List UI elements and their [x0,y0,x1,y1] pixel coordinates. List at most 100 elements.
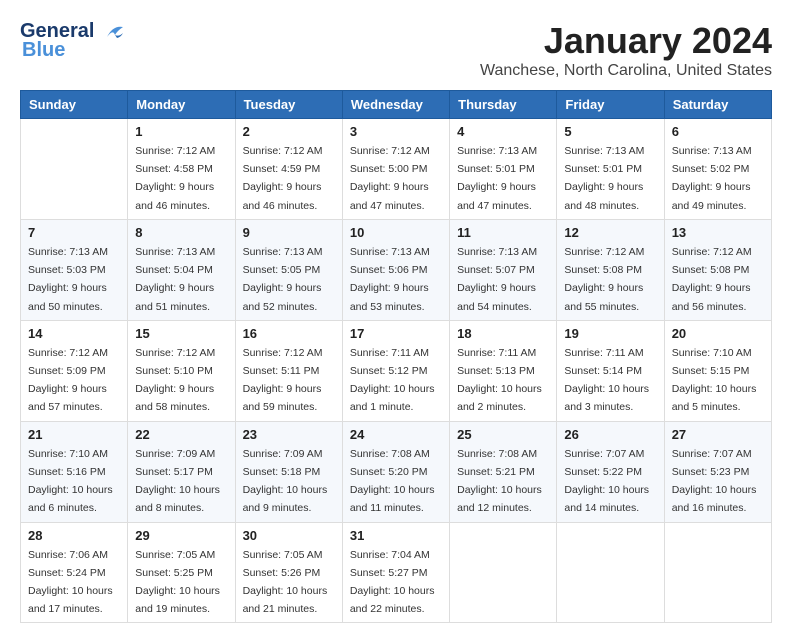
calendar-week-5: 28 Sunrise: 7:06 AMSunset: 5:24 PMDaylig… [21,522,772,623]
day-number: 17 [350,326,442,341]
calendar-cell: 10 Sunrise: 7:13 AMSunset: 5:06 PMDaylig… [342,219,449,320]
calendar-cell [557,522,664,623]
day-info: Sunrise: 7:13 AMSunset: 5:04 PMDaylight:… [135,246,215,313]
day-info: Sunrise: 7:05 AMSunset: 5:25 PMDaylight:… [135,549,220,616]
calendar-cell: 2 Sunrise: 7:12 AMSunset: 4:59 PMDayligh… [235,119,342,220]
day-number: 28 [28,528,120,543]
calendar-cell: 1 Sunrise: 7:12 AMSunset: 4:58 PMDayligh… [128,119,235,220]
day-info: Sunrise: 7:05 AMSunset: 5:26 PMDaylight:… [243,549,328,616]
day-header-monday: Monday [128,91,235,119]
day-number: 15 [135,326,227,341]
day-number: 11 [457,225,549,240]
day-info: Sunrise: 7:12 AMSunset: 5:00 PMDaylight:… [350,145,430,212]
calendar-body: 1 Sunrise: 7:12 AMSunset: 4:58 PMDayligh… [21,119,772,623]
calendar-cell: 31 Sunrise: 7:04 AMSunset: 5:27 PMDaylig… [342,522,449,623]
logo-bird-icon [97,23,123,41]
calendar-table: SundayMondayTuesdayWednesdayThursdayFrid… [20,90,772,623]
day-header-wednesday: Wednesday [342,91,449,119]
calendar-cell: 6 Sunrise: 7:13 AMSunset: 5:02 PMDayligh… [664,119,771,220]
calendar-cell: 11 Sunrise: 7:13 AMSunset: 5:07 PMDaylig… [450,219,557,320]
calendar-cell: 29 Sunrise: 7:05 AMSunset: 5:25 PMDaylig… [128,522,235,623]
calendar-cell: 3 Sunrise: 7:12 AMSunset: 5:00 PMDayligh… [342,119,449,220]
calendar-cell: 12 Sunrise: 7:12 AMSunset: 5:08 PMDaylig… [557,219,664,320]
calendar-week-2: 7 Sunrise: 7:13 AMSunset: 5:03 PMDayligh… [21,219,772,320]
day-info: Sunrise: 7:13 AMSunset: 5:07 PMDaylight:… [457,246,537,313]
day-number: 1 [135,124,227,139]
location-subtitle: Wanchese, North Carolina, United States [480,62,772,80]
calendar-cell: 23 Sunrise: 7:09 AMSunset: 5:18 PMDaylig… [235,421,342,522]
calendar-cell: 28 Sunrise: 7:06 AMSunset: 5:24 PMDaylig… [21,522,128,623]
day-number: 6 [672,124,764,139]
day-info: Sunrise: 7:11 AMSunset: 5:14 PMDaylight:… [564,347,649,414]
day-header-sunday: Sunday [21,91,128,119]
day-number: 9 [243,225,335,240]
day-number: 13 [672,225,764,240]
day-info: Sunrise: 7:12 AMSunset: 5:09 PMDaylight:… [28,347,108,414]
day-info: Sunrise: 7:12 AMSunset: 5:11 PMDaylight:… [243,347,323,414]
day-number: 31 [350,528,442,543]
day-info: Sunrise: 7:10 AMSunset: 5:16 PMDaylight:… [28,448,113,515]
day-number: 4 [457,124,549,139]
calendar-cell [450,522,557,623]
calendar-cell: 4 Sunrise: 7:13 AMSunset: 5:01 PMDayligh… [450,119,557,220]
day-info: Sunrise: 7:12 AMSunset: 5:08 PMDaylight:… [564,246,644,313]
day-number: 20 [672,326,764,341]
day-number: 10 [350,225,442,240]
day-info: Sunrise: 7:13 AMSunset: 5:05 PMDaylight:… [243,246,323,313]
calendar-cell: 5 Sunrise: 7:13 AMSunset: 5:01 PMDayligh… [557,119,664,220]
calendar-cell: 18 Sunrise: 7:11 AMSunset: 5:13 PMDaylig… [450,320,557,421]
day-header-saturday: Saturday [664,91,771,119]
day-number: 22 [135,427,227,442]
day-number: 25 [457,427,549,442]
logo: General Blue [20,20,123,62]
calendar-week-1: 1 Sunrise: 7:12 AMSunset: 4:58 PMDayligh… [21,119,772,220]
day-info: Sunrise: 7:12 AMSunset: 5:10 PMDaylight:… [135,347,215,414]
month-title: January 2024 [480,20,772,62]
day-header-friday: Friday [557,91,664,119]
logo-blue: Blue [22,39,65,62]
calendar-cell: 25 Sunrise: 7:08 AMSunset: 5:21 PMDaylig… [450,421,557,522]
day-info: Sunrise: 7:12 AMSunset: 5:08 PMDaylight:… [672,246,752,313]
day-number: 12 [564,225,656,240]
calendar-cell: 27 Sunrise: 7:07 AMSunset: 5:23 PMDaylig… [664,421,771,522]
day-number: 2 [243,124,335,139]
day-number: 30 [243,528,335,543]
day-info: Sunrise: 7:08 AMSunset: 5:21 PMDaylight:… [457,448,542,515]
day-info: Sunrise: 7:13 AMSunset: 5:01 PMDaylight:… [457,145,537,212]
day-info: Sunrise: 7:08 AMSunset: 5:20 PMDaylight:… [350,448,435,515]
day-info: Sunrise: 7:04 AMSunset: 5:27 PMDaylight:… [350,549,435,616]
day-info: Sunrise: 7:12 AMSunset: 4:59 PMDaylight:… [243,145,323,212]
title-section: January 2024 Wanchese, North Carolina, U… [480,20,772,80]
calendar-cell: 8 Sunrise: 7:13 AMSunset: 5:04 PMDayligh… [128,219,235,320]
day-info: Sunrise: 7:09 AMSunset: 5:18 PMDaylight:… [243,448,328,515]
day-number: 26 [564,427,656,442]
calendar-cell [664,522,771,623]
page-header: General Blue January 2024 Wanchese, Nort… [20,20,772,80]
day-info: Sunrise: 7:10 AMSunset: 5:15 PMDaylight:… [672,347,757,414]
calendar-cell: 14 Sunrise: 7:12 AMSunset: 5:09 PMDaylig… [21,320,128,421]
day-number: 3 [350,124,442,139]
calendar-cell: 21 Sunrise: 7:10 AMSunset: 5:16 PMDaylig… [21,421,128,522]
day-info: Sunrise: 7:06 AMSunset: 5:24 PMDaylight:… [28,549,113,616]
calendar-cell: 26 Sunrise: 7:07 AMSunset: 5:22 PMDaylig… [557,421,664,522]
day-info: Sunrise: 7:11 AMSunset: 5:13 PMDaylight:… [457,347,542,414]
day-info: Sunrise: 7:13 AMSunset: 5:02 PMDaylight:… [672,145,752,212]
day-number: 19 [564,326,656,341]
day-number: 14 [28,326,120,341]
calendar-cell: 17 Sunrise: 7:11 AMSunset: 5:12 PMDaylig… [342,320,449,421]
day-number: 7 [28,225,120,240]
day-number: 21 [28,427,120,442]
day-header-tuesday: Tuesday [235,91,342,119]
day-number: 29 [135,528,227,543]
calendar-cell: 13 Sunrise: 7:12 AMSunset: 5:08 PMDaylig… [664,219,771,320]
day-number: 27 [672,427,764,442]
day-info: Sunrise: 7:13 AMSunset: 5:01 PMDaylight:… [564,145,644,212]
day-number: 23 [243,427,335,442]
calendar-cell: 19 Sunrise: 7:11 AMSunset: 5:14 PMDaylig… [557,320,664,421]
calendar-cell: 22 Sunrise: 7:09 AMSunset: 5:17 PMDaylig… [128,421,235,522]
day-number: 16 [243,326,335,341]
calendar-header-row: SundayMondayTuesdayWednesdayThursdayFrid… [21,91,772,119]
day-number: 18 [457,326,549,341]
day-number: 24 [350,427,442,442]
day-number: 8 [135,225,227,240]
